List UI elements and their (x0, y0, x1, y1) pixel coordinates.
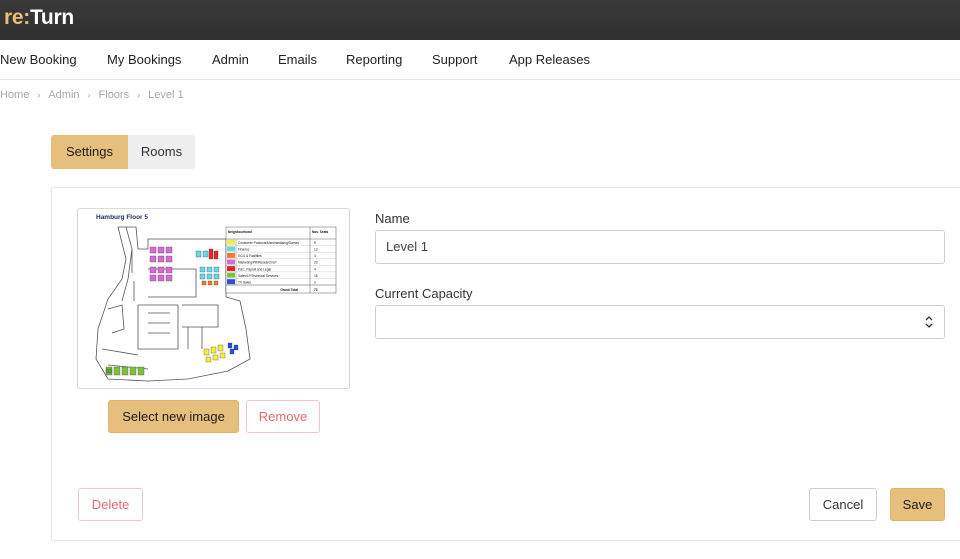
legend-header: Neighbourhood (228, 230, 252, 234)
floor-plan-legend: Neighbourhood Nos. Seats Consumer Produc… (225, 226, 337, 294)
legend-grand-total-label: Grand Total (280, 288, 298, 292)
nav-emails[interactable]: Emails (278, 52, 317, 67)
legend-row-count: 9 (314, 241, 316, 245)
legend-swatch (227, 259, 235, 265)
desks-legal (208, 248, 219, 260)
name-label: Name (375, 211, 410, 226)
floor-plan-image: Hamburg Floor 5 Neighbourhood Nos. Seats… (95, 214, 337, 382)
floor-plan-title: Hamburg Floor 5 (96, 214, 148, 221)
logo-turn: Turn (29, 6, 74, 29)
tab-settings[interactable]: Settings (51, 135, 128, 169)
legend-row-name: Marketing/PR/Research/LP (238, 261, 277, 265)
chevron-right-icon: › (37, 90, 41, 100)
legend-row-name: P&C, Payroll and Legal (238, 267, 271, 271)
legend-row-name: TV Sales (238, 280, 251, 284)
legend-row-count: 3 (314, 254, 316, 258)
chevron-right-icon: › (87, 90, 91, 100)
legend-row-count: 3 (314, 280, 316, 284)
tab-rooms[interactable]: Rooms (128, 135, 195, 169)
breadcrumb-home[interactable]: Home (0, 89, 29, 101)
legend-row-name: Finance (238, 248, 250, 252)
legend-row-name: Sales/LP/Technical Services (238, 274, 278, 278)
main-nav: New Booking My Bookings Admin Emails Rep… (0, 40, 960, 80)
nav-support[interactable]: Support (432, 52, 478, 67)
select-new-image-button[interactable]: Select new image (108, 400, 239, 433)
capacity-label: Current Capacity (375, 286, 473, 301)
breadcrumb: Home › Admin › Floors › Level 1 (0, 89, 184, 101)
legend-swatch (227, 246, 235, 252)
app-logo[interactable]: re:Turn (4, 6, 74, 30)
desks-facilities (201, 280, 219, 286)
legend-swatch (227, 239, 235, 245)
capacity-input[interactable] (375, 305, 945, 339)
delete-button[interactable]: Delete (78, 488, 143, 521)
nav-new-booking[interactable]: New Booking (0, 52, 77, 67)
legend-row-count: 13 (314, 248, 318, 252)
desks-marketing (149, 246, 173, 282)
legend-row-count: 23 (314, 261, 318, 265)
legend-row-name: Consumer Products/Merchandising/Games (238, 241, 299, 245)
breadcrumb-current: Level 1 (148, 89, 184, 101)
legend-row-count: 4 (314, 267, 316, 271)
logo-re: re: (4, 6, 30, 29)
breadcrumb-admin[interactable]: Admin (48, 89, 79, 101)
cancel-button[interactable]: Cancel (809, 488, 877, 521)
nav-my-bookings[interactable]: My Bookings (107, 52, 181, 67)
floor-plan-preview: Hamburg Floor 5 Neighbourhood Nos. Seats… (77, 208, 350, 389)
name-input[interactable]: Level 1 (375, 230, 945, 264)
legend-grand-total: 73 (314, 288, 318, 292)
breadcrumb-floors[interactable]: Floors (99, 89, 130, 101)
legend-swatch (227, 272, 235, 278)
legend-swatch (227, 279, 235, 285)
save-button[interactable]: Save (890, 488, 945, 521)
up-down-stepper-icon[interactable] (924, 314, 934, 330)
legend-row-count: 18 (314, 274, 318, 278)
desks-tv-sales (227, 342, 239, 355)
nav-reporting[interactable]: Reporting (346, 52, 402, 67)
chevron-right-icon: › (137, 90, 141, 100)
legend-swatch (227, 266, 235, 272)
desks-consumer (203, 344, 226, 363)
remove-image-button[interactable]: Remove (246, 400, 320, 433)
nav-admin[interactable]: Admin (212, 52, 249, 67)
legend-count-header: Nos. Seats (312, 230, 329, 234)
legend-swatch (227, 252, 235, 258)
desks-sales (105, 366, 145, 376)
nav-app-releases[interactable]: App Releases (509, 52, 590, 67)
top-bar: re:Turn (0, 0, 960, 40)
legend-row-name: GCO & Facilities (238, 254, 262, 258)
